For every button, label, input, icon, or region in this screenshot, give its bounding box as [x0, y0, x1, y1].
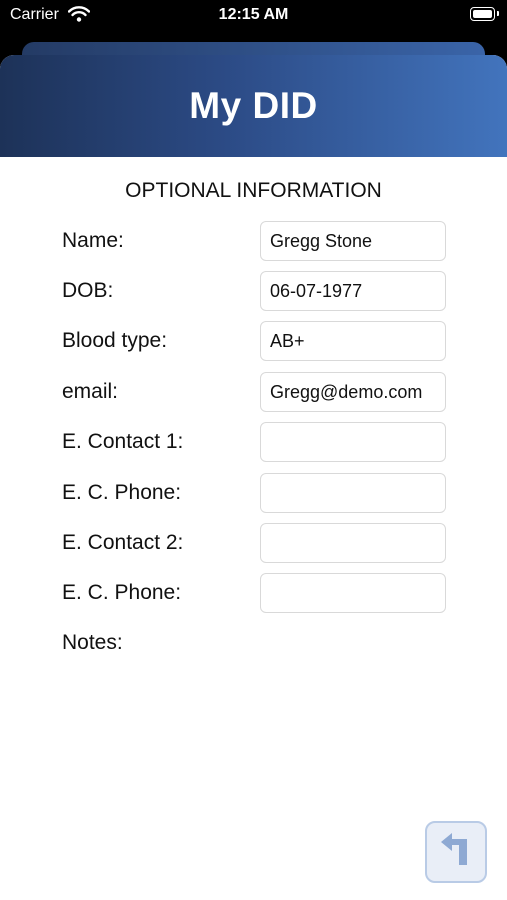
email-label: email: — [62, 380, 119, 403]
emergency-contact-1-label: E. Contact 1: — [62, 430, 184, 453]
clock: 12:15 AM — [218, 6, 289, 23]
blood-type-label: Blood type: — [62, 329, 168, 352]
emergency-phone-2-row: E. C. Phone: — [0, 573, 507, 613]
emergency-phone-1-field[interactable] — [260, 473, 446, 513]
notes-label: Notes: — [62, 631, 123, 654]
emergency-phone-1-label: E. C. Phone: — [62, 481, 182, 504]
notes-row: Notes: — [0, 623, 507, 663]
email-row: email: — [0, 372, 507, 412]
header: My DID — [0, 55, 507, 157]
name-row: Name: — [0, 221, 507, 261]
blood-type-row: Blood type: — [0, 321, 507, 361]
emergency-contact-2-label: E. Contact 2: — [62, 531, 184, 554]
emergency-phone-2-label: E. C. Phone: — [62, 581, 182, 604]
return-arrow-icon — [437, 831, 475, 874]
blood-type-field[interactable] — [260, 321, 446, 361]
dob-field[interactable] — [260, 271, 446, 311]
emergency-phone-1-row: E. C. Phone: — [0, 473, 507, 513]
emergency-contact-2-field[interactable] — [260, 523, 446, 563]
emergency-contact-1-field[interactable] — [260, 422, 446, 462]
modal-sheet: My DID OPTIONAL INFORMATION Name: DOB: B… — [0, 55, 507, 900]
emergency-contact-1-row: E. Contact 1: — [0, 422, 507, 462]
section-title: OPTIONAL INFORMATION — [125, 179, 382, 202]
name-label: Name: — [62, 229, 124, 252]
status-bar: Carrier 12:15 AM — [0, 0, 507, 34]
email-field[interactable] — [260, 372, 446, 412]
back-button[interactable] — [425, 821, 487, 883]
emergency-contact-2-row: E. Contact 2: — [0, 523, 507, 563]
battery-icon — [470, 7, 495, 21]
name-field[interactable] — [260, 221, 446, 261]
dob-label: DOB: — [62, 279, 114, 302]
dob-row: DOB: — [0, 271, 507, 311]
page-title: My DID — [189, 85, 318, 126]
emergency-phone-2-field[interactable] — [260, 573, 446, 613]
